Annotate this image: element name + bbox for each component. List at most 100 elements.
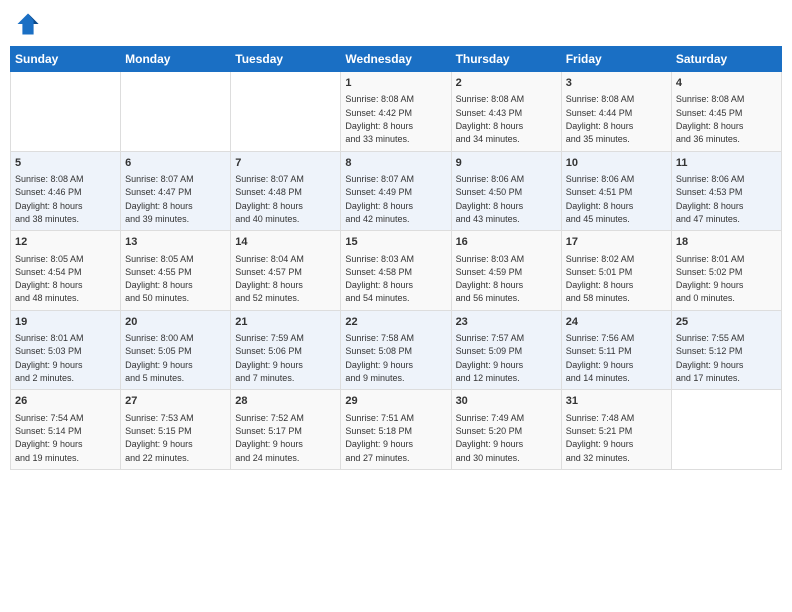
day-info: Sunrise: 8:08 AM Sunset: 4:42 PM Dayligh… — [345, 94, 414, 144]
calendar-cell: 4Sunrise: 8:08 AM Sunset: 4:45 PM Daylig… — [671, 72, 781, 152]
calendar-cell: 12Sunrise: 8:05 AM Sunset: 4:54 PM Dayli… — [11, 231, 121, 311]
day-info: Sunrise: 7:58 AM Sunset: 5:08 PM Dayligh… — [345, 333, 414, 383]
calendar-cell: 14 Sunrise: 8:04 AM Sunset: 4:57 PM Dayli… — [231, 231, 341, 311]
calendar-cell: 1 Sunrise: 8:08 AM Sunset: 4:42 PM Daylig… — [341, 72, 451, 152]
day-number: 18 — [676, 235, 777, 250]
calendar-cell: 29 Sunrise: 7:51 AM Sunset: 5:18 PM Dayli… — [341, 390, 451, 470]
day-info: Sunrise: 7:56 AM Sunset: 5:11 PM Dayligh… — [566, 333, 635, 383]
day-number: 11 — [676, 156, 777, 171]
day-number: 5 — [15, 156, 116, 171]
day-number: 19 — [15, 315, 116, 330]
calendar-cell: 28Sunrise: 7:52 AM Sunset: 5:17 PM Dayli… — [231, 390, 341, 470]
day-info: Sunrise: 8:06 AM Sunset: 4:51 PM Dayligh… — [566, 174, 635, 224]
day-header-saturday: Saturday — [671, 47, 781, 72]
day-info: Sunrise: 8:01 AM Sunset: 5:03 PM Dayligh… — [15, 333, 84, 383]
day-info: Sunrise: 8:08 AM Sunset: 4:45 PM Dayligh… — [676, 94, 745, 144]
calendar-cell: 15 Sunrise: 8:03 AM Sunset: 4:58 PM Dayli… — [341, 231, 451, 311]
calendar-cell: 25 Sunrise: 7:55 AM Sunset: 5:12 PM Dayli… — [671, 310, 781, 390]
day-number: 23 — [456, 315, 557, 330]
day-info: Sunrise: 8:08 AM Sunset: 4:43 PM Dayligh… — [456, 94, 525, 144]
day-number: 28 — [235, 394, 336, 409]
day-header-wednesday: Wednesday — [341, 47, 451, 72]
day-number: 22 — [345, 315, 446, 330]
day-number: 8 — [345, 156, 446, 171]
day-info: Sunrise: 8:04 AM Sunset: 4:57 PM Dayligh… — [235, 254, 304, 304]
day-info: Sunrise: 8:08 AM Sunset: 4:44 PM Dayligh… — [566, 94, 635, 144]
calendar-cell: 18 Sunrise: 8:01 AM Sunset: 5:02 PM Dayli… — [671, 231, 781, 311]
day-number: 14 — [235, 235, 336, 250]
day-info: Sunrise: 7:53 AM Sunset: 5:15 PM Dayligh… — [125, 413, 194, 463]
logo-icon — [14, 10, 42, 38]
day-info: Sunrise: 8:03 AM Sunset: 4:58 PM Dayligh… — [345, 254, 414, 304]
day-info: Sunrise: 7:55 AM Sunset: 5:12 PM Dayligh… — [676, 333, 745, 383]
day-number: 29 — [345, 394, 446, 409]
day-number: 30 — [456, 394, 557, 409]
calendar-cell: 31 Sunrise: 7:48 AM Sunset: 5:21 PM Dayli… — [561, 390, 671, 470]
calendar-cell: 7 Sunrise: 8:07 AM Sunset: 4:48 PM Daylig… — [231, 151, 341, 231]
header — [10, 10, 782, 38]
week-row-3: 12Sunrise: 8:05 AM Sunset: 4:54 PM Dayli… — [11, 231, 782, 311]
calendar-cell: 8Sunrise: 8:07 AM Sunset: 4:49 PM Daylig… — [341, 151, 451, 231]
day-info: Sunrise: 8:07 AM Sunset: 4:48 PM Dayligh… — [235, 174, 304, 224]
day-number: 13 — [125, 235, 226, 250]
calendar-cell: 13 Sunrise: 8:05 AM Sunset: 4:55 PM Dayli… — [121, 231, 231, 311]
week-row-4: 19 Sunrise: 8:01 AM Sunset: 5:03 PM Dayli… — [11, 310, 782, 390]
day-info: Sunrise: 8:06 AM Sunset: 4:50 PM Dayligh… — [456, 174, 525, 224]
day-info: Sunrise: 8:01 AM Sunset: 5:02 PM Dayligh… — [676, 254, 745, 304]
calendar-cell: 11 Sunrise: 8:06 AM Sunset: 4:53 PM Dayli… — [671, 151, 781, 231]
day-info: Sunrise: 8:06 AM Sunset: 4:53 PM Dayligh… — [676, 174, 745, 224]
calendar-cell: 30Sunrise: 7:49 AM Sunset: 5:20 PM Dayli… — [451, 390, 561, 470]
calendar-body: 1 Sunrise: 8:08 AM Sunset: 4:42 PM Daylig… — [11, 72, 782, 470]
day-number: 2 — [456, 76, 557, 91]
week-row-5: 26Sunrise: 7:54 AM Sunset: 5:14 PM Dayli… — [11, 390, 782, 470]
calendar-cell: 26Sunrise: 7:54 AM Sunset: 5:14 PM Dayli… — [11, 390, 121, 470]
day-header-thursday: Thursday — [451, 47, 561, 72]
day-number: 24 — [566, 315, 667, 330]
calendar-cell: 27Sunrise: 7:53 AM Sunset: 5:15 PM Dayli… — [121, 390, 231, 470]
calendar-cell — [11, 72, 121, 152]
day-info: Sunrise: 8:02 AM Sunset: 5:01 PM Dayligh… — [566, 254, 635, 304]
day-info: Sunrise: 8:00 AM Sunset: 5:05 PM Dayligh… — [125, 333, 194, 383]
page: SundayMondayTuesdayWednesdayThursdayFrid… — [0, 0, 792, 612]
day-number: 7 — [235, 156, 336, 171]
day-number: 20 — [125, 315, 226, 330]
calendar-cell: 21 Sunrise: 7:59 AM Sunset: 5:06 PM Dayli… — [231, 310, 341, 390]
day-info: Sunrise: 7:48 AM Sunset: 5:21 PM Dayligh… — [566, 413, 635, 463]
day-number: 9 — [456, 156, 557, 171]
day-info: Sunrise: 7:57 AM Sunset: 5:09 PM Dayligh… — [456, 333, 525, 383]
calendar-cell — [671, 390, 781, 470]
calendar-header: SundayMondayTuesdayWednesdayThursdayFrid… — [11, 47, 782, 72]
day-number: 26 — [15, 394, 116, 409]
day-info: Sunrise: 8:03 AM Sunset: 4:59 PM Dayligh… — [456, 254, 525, 304]
calendar-cell: 9 Sunrise: 8:06 AM Sunset: 4:50 PM Daylig… — [451, 151, 561, 231]
day-number: 6 — [125, 156, 226, 171]
day-info: Sunrise: 8:05 AM Sunset: 4:54 PM Dayligh… — [15, 254, 84, 304]
calendar-cell: 20 Sunrise: 8:00 AM Sunset: 5:05 PM Dayli… — [121, 310, 231, 390]
day-number: 1 — [345, 76, 446, 91]
calendar: SundayMondayTuesdayWednesdayThursdayFrid… — [10, 46, 782, 470]
calendar-cell: 3Sunrise: 8:08 AM Sunset: 4:44 PM Daylig… — [561, 72, 671, 152]
calendar-cell: 23 Sunrise: 7:57 AM Sunset: 5:09 PM Dayli… — [451, 310, 561, 390]
calendar-cell: 5 Sunrise: 8:08 AM Sunset: 4:46 PM Daylig… — [11, 151, 121, 231]
calendar-cell: 22 Sunrise: 7:58 AM Sunset: 5:08 PM Dayli… — [341, 310, 451, 390]
day-info: Sunrise: 8:08 AM Sunset: 4:46 PM Dayligh… — [15, 174, 84, 224]
day-header-tuesday: Tuesday — [231, 47, 341, 72]
day-number: 31 — [566, 394, 667, 409]
calendar-cell: 2 Sunrise: 8:08 AM Sunset: 4:43 PM Daylig… — [451, 72, 561, 152]
day-number: 16 — [456, 235, 557, 250]
day-info: Sunrise: 7:59 AM Sunset: 5:06 PM Dayligh… — [235, 333, 304, 383]
day-header-friday: Friday — [561, 47, 671, 72]
day-number: 21 — [235, 315, 336, 330]
day-info: Sunrise: 7:51 AM Sunset: 5:18 PM Dayligh… — [345, 413, 414, 463]
calendar-cell: 19 Sunrise: 8:01 AM Sunset: 5:03 PM Dayli… — [11, 310, 121, 390]
calendar-cell: 10Sunrise: 8:06 AM Sunset: 4:51 PM Dayli… — [561, 151, 671, 231]
day-info: Sunrise: 8:05 AM Sunset: 4:55 PM Dayligh… — [125, 254, 194, 304]
week-row-1: 1 Sunrise: 8:08 AM Sunset: 4:42 PM Daylig… — [11, 72, 782, 152]
day-header-sunday: Sunday — [11, 47, 121, 72]
day-header-monday: Monday — [121, 47, 231, 72]
logo — [14, 10, 46, 38]
day-number: 25 — [676, 315, 777, 330]
calendar-cell: 6Sunrise: 8:07 AM Sunset: 4:47 PM Daylig… — [121, 151, 231, 231]
day-number: 15 — [345, 235, 446, 250]
calendar-cell — [231, 72, 341, 152]
